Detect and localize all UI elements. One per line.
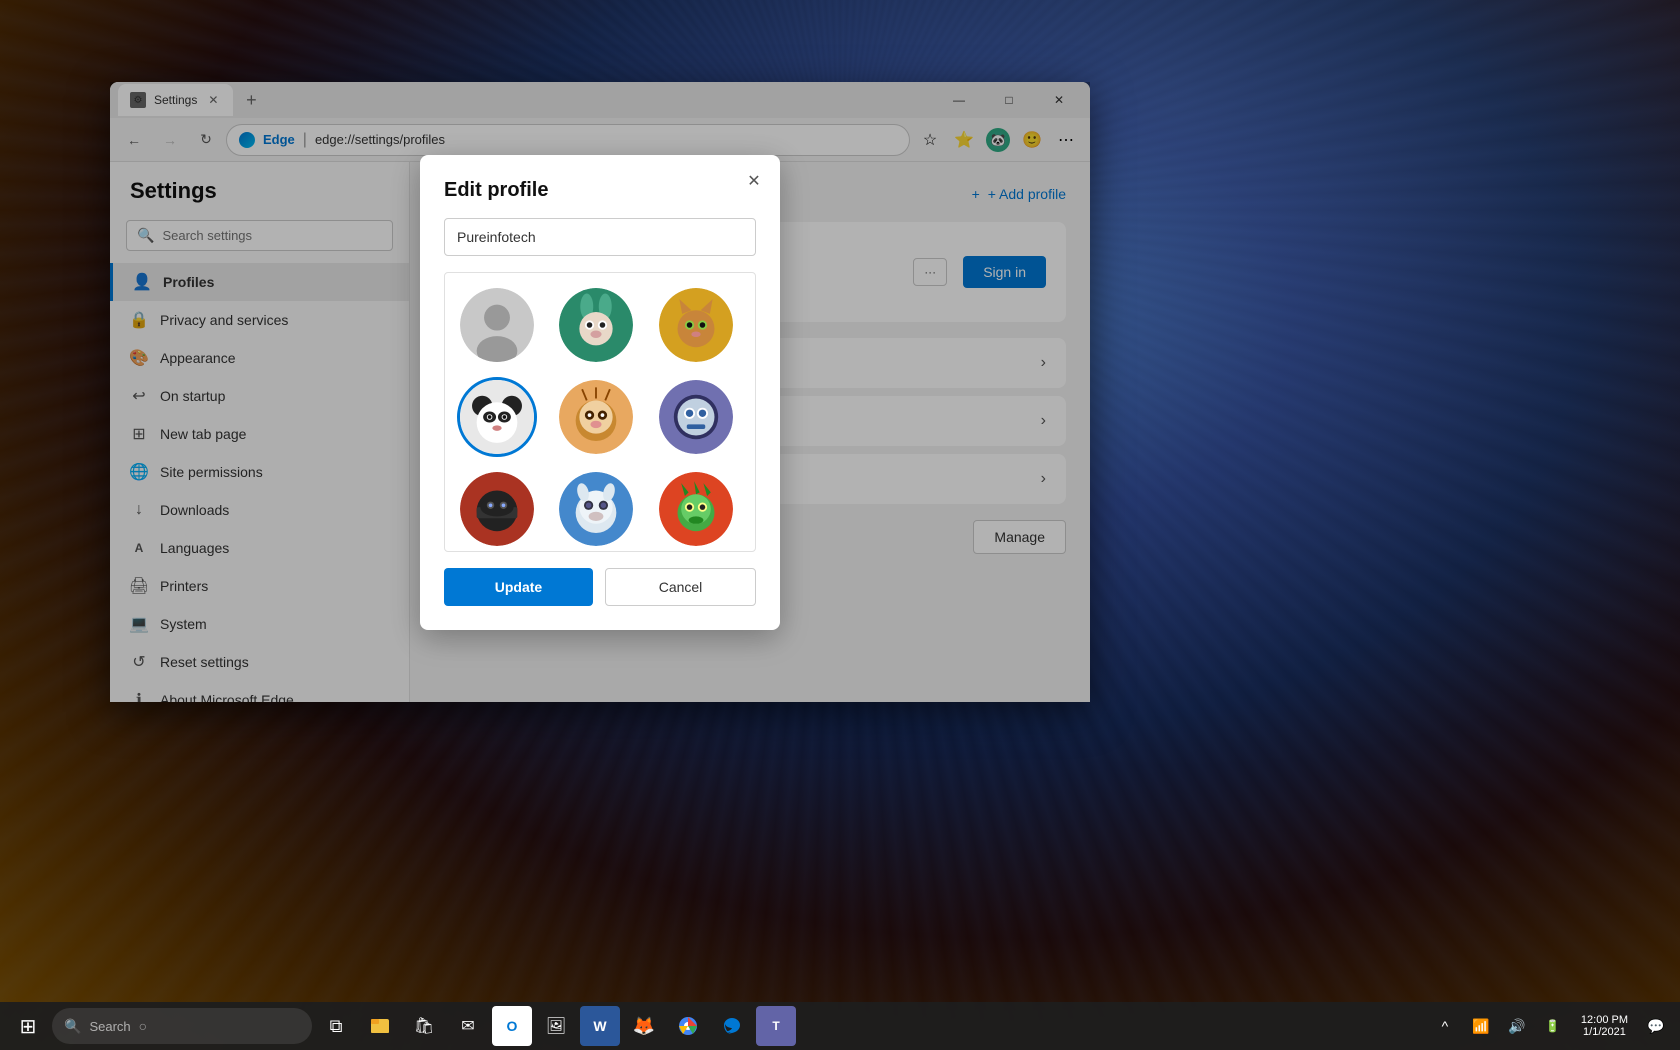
avatar-rabbit[interactable] [556, 285, 636, 365]
system-tray: ^ 📶 🔊 🔋 [1429, 1010, 1569, 1042]
avatar-scroll-area[interactable] [444, 272, 756, 552]
mail-icon[interactable]: ✉ [448, 1006, 488, 1046]
dialog-footer: Update Cancel [444, 568, 756, 606]
avatar-hedgehog[interactable] [556, 377, 636, 457]
avatar-robot[interactable] [656, 377, 736, 457]
avatar-panda[interactable] [457, 377, 537, 457]
taskbar-search[interactable]: 🔍 Search ○ [52, 1008, 312, 1044]
store-icon[interactable]: 🛍 [404, 1006, 444, 1046]
clock-time: 12:00 PM [1581, 1014, 1628, 1026]
update-button[interactable]: Update [444, 568, 593, 606]
cancel-button[interactable]: Cancel [605, 568, 756, 606]
teams-icon[interactable]: T [756, 1006, 796, 1046]
word-icon[interactable]: W [580, 1006, 620, 1046]
edit-profile-dialog: ✕ Edit profile [420, 155, 780, 630]
avatar-yeti[interactable] [556, 469, 636, 549]
task-view-icon[interactable]: ⧉ [316, 1006, 356, 1046]
avatar-ninja[interactable] [457, 469, 537, 549]
dialog-close-button[interactable]: ✕ [740, 167, 768, 195]
firefox-icon[interactable]: 🦊 [624, 1006, 664, 1046]
tray-volume[interactable]: 🔊 [1501, 1010, 1533, 1042]
edge-taskbar-icon[interactable] [712, 1006, 752, 1046]
notification-icon[interactable]: 💬 [1640, 1010, 1672, 1042]
browser-window: ⚙ Settings ✕ + — □ ✕ ← → ↻ Edge | edge:/… [110, 82, 1090, 702]
cortana-icon: ○ [139, 1018, 147, 1034]
file-explorer-icon[interactable] [360, 1006, 400, 1046]
dialog-overlay: ✕ Edit profile [110, 82, 1090, 702]
photos-icon[interactable]: 🖼 [536, 1006, 576, 1046]
tray-network[interactable]: 📶 [1465, 1010, 1497, 1042]
clock-date: 1/1/2021 [1583, 1026, 1626, 1038]
tray-chevron[interactable]: ^ [1429, 1010, 1461, 1042]
tray-battery[interactable]: 🔋 [1537, 1010, 1569, 1042]
avatar-default[interactable] [457, 285, 537, 365]
taskbar: ⊞ 🔍 Search ○ ⧉ 🛍 ✉ O 🖼 W 🦊 T ^ 📶 🔊 🔋 12:… [0, 1002, 1680, 1050]
dialog-title: Edit profile [444, 179, 756, 202]
taskbar-search-text: Search [89, 1019, 130, 1034]
chrome-icon[interactable] [668, 1006, 708, 1046]
taskbar-search-icon: 🔍 [64, 1018, 81, 1035]
system-clock[interactable]: 12:00 PM 1/1/2021 [1573, 1014, 1636, 1038]
avatar-cat[interactable] [656, 285, 736, 365]
outlook-icon[interactable]: O [492, 1006, 532, 1046]
profile-name-input[interactable] [444, 218, 756, 256]
start-button[interactable]: ⊞ [8, 1006, 48, 1046]
avatar-dino[interactable] [656, 469, 736, 549]
avatar-grid [457, 285, 743, 552]
